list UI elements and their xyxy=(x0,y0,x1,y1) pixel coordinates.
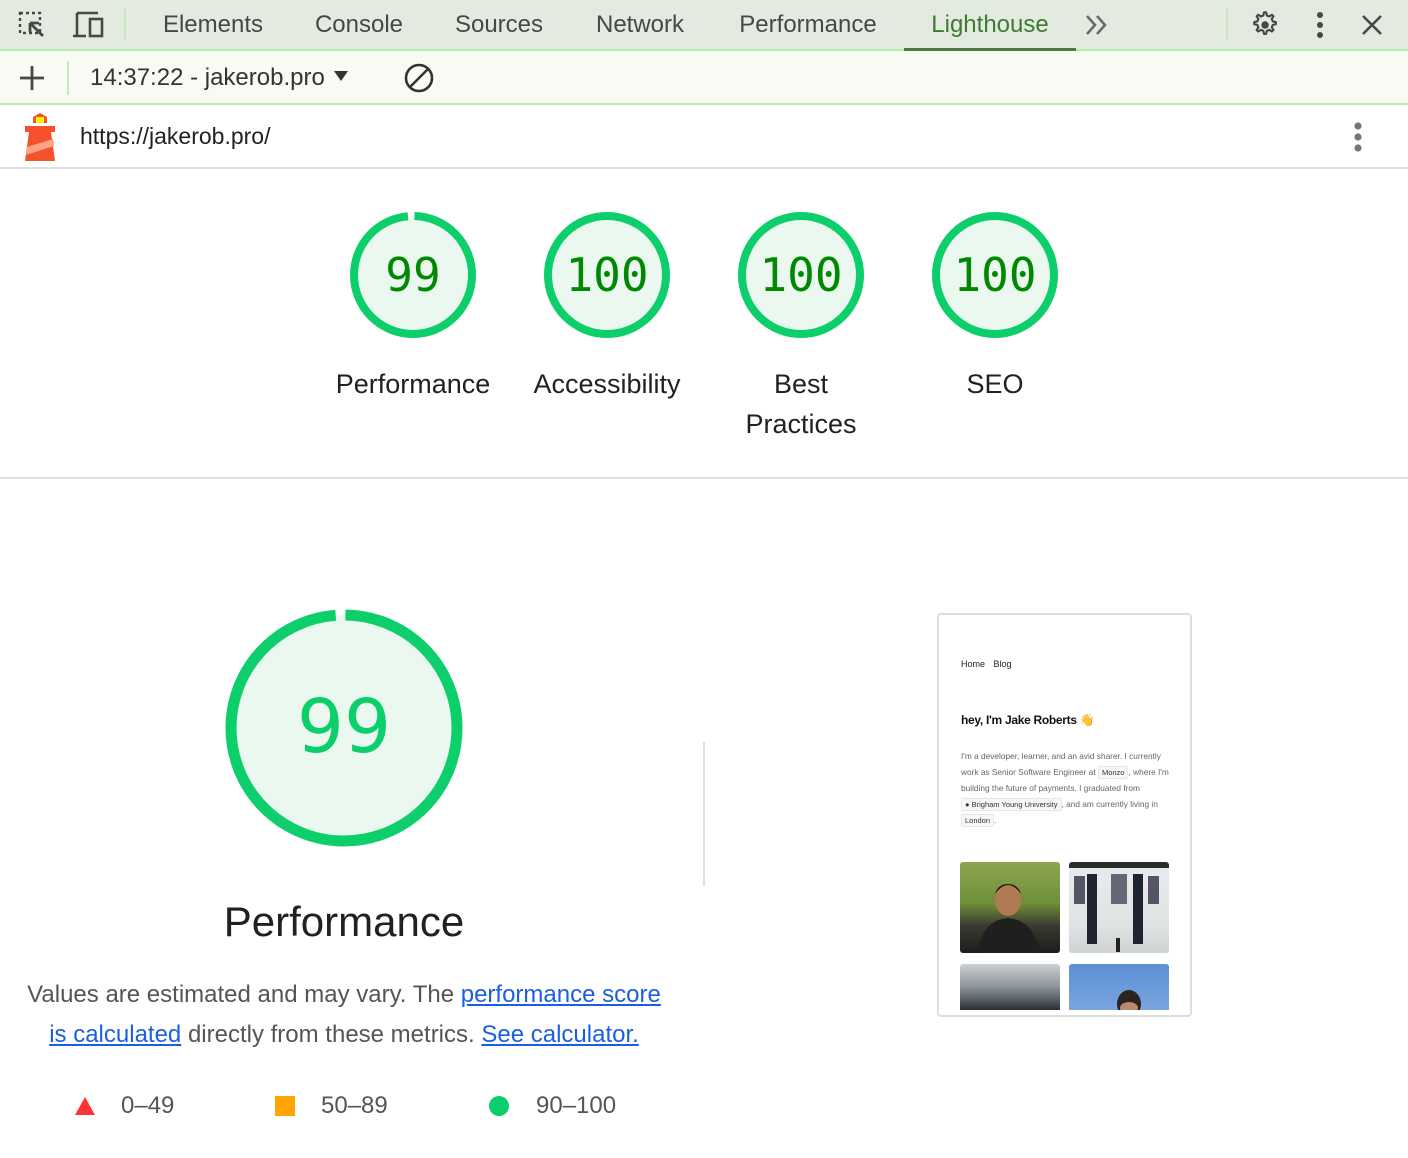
lighthouse-toolbar: 14:37:22 - jakerob.pro xyxy=(0,51,1408,105)
add-icon[interactable] xyxy=(18,64,46,92)
tab-performance[interactable]: Performance xyxy=(722,0,894,49)
toolbar-separator xyxy=(124,8,126,40)
gauge-score: 99 xyxy=(385,248,440,302)
legend-range: 0–49 xyxy=(121,1092,175,1119)
performance-score-value: 99 xyxy=(297,684,391,770)
gauge-ring: 100 xyxy=(932,212,1058,338)
lighthouse-logo-icon xyxy=(24,113,56,161)
report-selector-label: 14:37:22 - jakerob.pro xyxy=(90,64,325,91)
gauge-performance[interactable]: 99 Performance xyxy=(328,210,498,404)
legend-range: 90–100 xyxy=(536,1092,617,1119)
see-calculator-link[interactable]: See calculator. xyxy=(481,1021,638,1048)
dropdown-arrow-icon xyxy=(333,69,349,87)
screenshot-nav: Home Blog xyxy=(961,659,1012,669)
legend-item-average: 50–89 xyxy=(275,1090,388,1122)
report-header: https://jakerob.pro/ xyxy=(0,105,1408,169)
screenshot-text: . xyxy=(994,815,997,825)
settings-gear-icon[interactable] xyxy=(1247,8,1281,42)
desc-text: Values are estimated and may vary. The xyxy=(27,981,461,1008)
performance-score-gauge: 99 xyxy=(222,606,466,850)
gauge-label: Accessibility xyxy=(533,369,681,399)
report-url[interactable]: https://jakerob.pro/ xyxy=(80,123,271,150)
performance-title: Performance xyxy=(223,898,465,945)
gauge-ring: 99 xyxy=(350,212,476,338)
screenshot-photo-office xyxy=(960,964,1060,1010)
clear-icon[interactable] xyxy=(403,62,435,94)
screenshot-photo-portrait xyxy=(960,862,1060,953)
gauge-accessibility[interactable]: 100 Accessibility xyxy=(522,210,692,404)
gauge-label: Best Practices xyxy=(745,369,857,439)
screenshot-chip: Monzo xyxy=(1097,766,1129,779)
tab-console[interactable]: Console xyxy=(300,0,418,49)
screenshot-chip: ● Brigham Young University xyxy=(961,798,1062,811)
square-icon xyxy=(275,1096,295,1116)
gauge-seo[interactable]: 100 SEO xyxy=(910,210,1080,404)
section-divider xyxy=(703,742,705,886)
screenshot-chip-text: Brigham Young University xyxy=(971,800,1058,809)
kebab-menu-icon[interactable] xyxy=(1303,8,1337,42)
legend-item-fail: 0–49 xyxy=(75,1090,174,1122)
screenshot-text: , and am currently living in xyxy=(1061,799,1158,809)
more-tabs-icon[interactable] xyxy=(1080,8,1114,42)
triangle-icon xyxy=(75,1097,95,1115)
gauge-label: SEO xyxy=(966,369,1024,399)
legend-item-pass: 90–100 xyxy=(488,1090,616,1122)
tab-lighthouse[interactable]: Lighthouse xyxy=(904,0,1076,49)
tab-network[interactable]: Network xyxy=(580,0,700,49)
gauge-label: Performance xyxy=(335,369,491,399)
gauge-score: 100 xyxy=(565,248,648,302)
screenshot-photo-outdoor xyxy=(1069,964,1169,1010)
gauge-best-practices[interactable]: 100 Best Practices xyxy=(716,210,886,444)
circle-icon xyxy=(489,1096,509,1116)
page-screenshot-thumbnail[interactable]: Home Blog hey, I'm Jake Roberts 👋 I'm a … xyxy=(937,613,1192,1017)
devtools-tabbar: Elements Console Sources Network Perform… xyxy=(0,0,1408,51)
screenshot-photo-building xyxy=(1069,862,1169,953)
report-selector-dropdown[interactable]: 14:37:22 - jakerob.pro xyxy=(90,63,349,93)
screenshot-chip: London xyxy=(961,814,995,827)
legend-range: 50–89 xyxy=(321,1092,388,1119)
gauge-ring: 100 xyxy=(544,212,670,338)
category-gauges: 99 Performance 100 Accessibility 100 Bes… xyxy=(0,170,1408,479)
gauge-ring: 100 xyxy=(738,212,864,338)
performance-description: Values are estimated and may vary. The p… xyxy=(20,975,668,1055)
gauge-score: 100 xyxy=(953,248,1036,302)
inspect-element-icon[interactable] xyxy=(15,8,49,42)
screenshot-heading: hey, I'm Jake Roberts 👋 xyxy=(961,713,1095,727)
desc-text: directly from these metrics. xyxy=(181,1021,482,1048)
screenshot-paragraph: I'm a developer, learner, and an avid sh… xyxy=(961,748,1173,828)
close-icon[interactable] xyxy=(1355,8,1389,42)
tab-sources[interactable]: Sources xyxy=(440,0,558,49)
device-toolbar-icon[interactable] xyxy=(72,8,106,42)
tab-elements[interactable]: Elements xyxy=(148,0,278,49)
gauge-score: 100 xyxy=(759,248,842,302)
toolbar-separator xyxy=(1226,8,1228,40)
report-menu-icon[interactable] xyxy=(1350,121,1366,155)
toolbar-separator xyxy=(67,61,69,95)
